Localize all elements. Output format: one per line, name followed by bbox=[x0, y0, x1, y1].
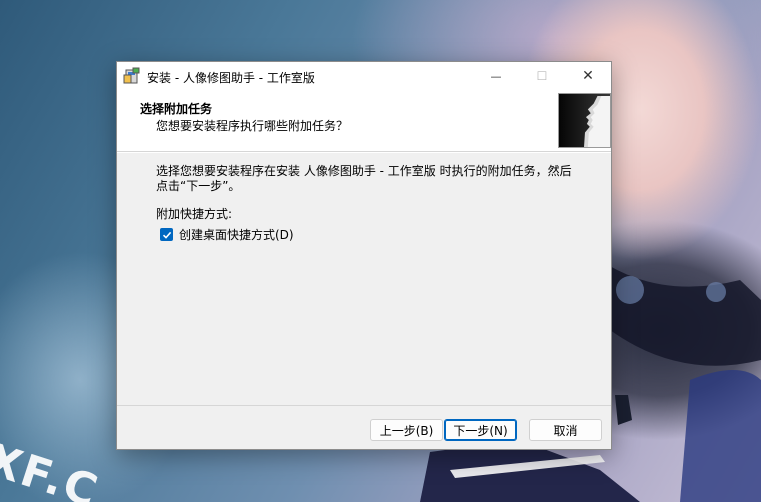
page-title: 选择附加任务 bbox=[140, 102, 213, 116]
title-bar[interactable]: 安装 - 人像修图助手 - 工作室版 — ☐ ✕ bbox=[117, 62, 611, 90]
close-button[interactable]: ✕ bbox=[565, 62, 611, 90]
maximize-button[interactable]: ☐ bbox=[519, 62, 565, 90]
back-button[interactable]: 上一步(B) bbox=[370, 419, 443, 441]
minimize-icon: — bbox=[490, 69, 502, 83]
shortcuts-group-label: 附加快捷方式: bbox=[156, 207, 233, 221]
wizard-face-icon bbox=[558, 93, 611, 148]
installer-dialog: 安装 - 人像修图助手 - 工作室版 — ☐ ✕ 选择附加任务 您想要安装程序执… bbox=[116, 61, 612, 450]
next-button[interactable]: 下一步(N) bbox=[444, 419, 517, 441]
checkmark-icon bbox=[162, 231, 171, 239]
maximize-icon: ☐ bbox=[536, 69, 548, 83]
desktop-shortcut-label: 创建桌面快捷方式(D) bbox=[179, 228, 294, 242]
task-description: 选择您想要安装程序在安装 人像修图助手 - 工作室版 时执行的附加任务，然后点击… bbox=[156, 164, 572, 193]
desktop: { "wallpaper_text": "XF.C", "dialog": { … bbox=[0, 0, 761, 502]
header-divider bbox=[117, 152, 611, 153]
desktop-shortcut-option[interactable]: 创建桌面快捷方式(D) bbox=[160, 226, 294, 243]
close-icon: ✕ bbox=[582, 68, 594, 84]
minimize-button[interactable]: — bbox=[473, 62, 519, 90]
desktop-shortcut-checkbox[interactable] bbox=[160, 228, 173, 241]
page-subtitle: 您想要安装程序执行哪些附加任务？ bbox=[156, 119, 349, 133]
footer-divider bbox=[117, 405, 611, 406]
installer-app-icon bbox=[123, 67, 140, 84]
wallpaper-watermark: XF.C bbox=[0, 434, 105, 502]
cancel-button[interactable]: 取消 bbox=[529, 419, 602, 441]
window-title: 安装 - 人像修图助手 - 工作室版 bbox=[147, 71, 315, 85]
wizard-header: 选择附加任务 您想要安装程序执行哪些附加任务？ bbox=[117, 90, 611, 152]
